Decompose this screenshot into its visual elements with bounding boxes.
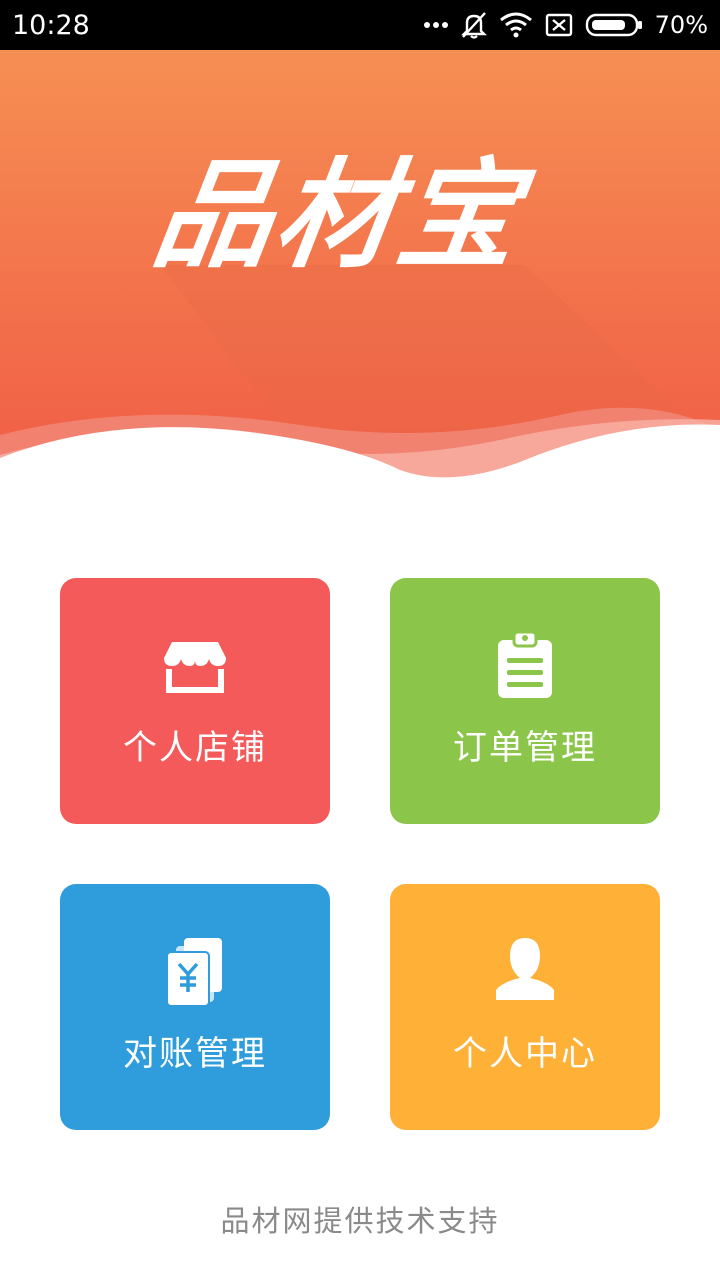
tile-label: 对账管理 [123, 1034, 267, 1074]
app-screen: 10:28 70% 品材宝 个人店铺 订单管理 对账管理 个人中心 品材网提供技… [0, 0, 720, 1280]
status-time: 10:28 [12, 9, 90, 41]
header-banner: 品材宝 [0, 50, 720, 500]
storefront-icon [160, 630, 230, 700]
bell-off-icon [460, 11, 487, 39]
tile-personal-store[interactable]: 个人店铺 [60, 578, 330, 824]
battery-percentage: 70% [654, 11, 708, 39]
battery-icon [585, 12, 643, 38]
app-logo-text: 品材宝 [145, 146, 531, 284]
wifi-icon [499, 12, 533, 38]
no-sim-icon [545, 13, 573, 37]
tile-billing-management[interactable]: 对账管理 [60, 884, 330, 1130]
tile-label: 个人店铺 [123, 728, 267, 768]
more-dots-icon [423, 21, 449, 29]
clipboard-icon [490, 630, 560, 700]
tile-label: 个人中心 [453, 1034, 597, 1074]
tile-order-management[interactable]: 订单管理 [390, 578, 660, 824]
status-icons: 70% [423, 11, 708, 39]
yen-document-icon [160, 936, 230, 1006]
tile-label: 订单管理 [453, 728, 597, 768]
footer-tech-support: 品材网提供技术支持 [220, 1204, 500, 1238]
user-icon [490, 936, 560, 1006]
tile-personal-center[interactable]: 个人中心 [390, 884, 660, 1130]
status-bar: 10:28 70% [0, 0, 720, 50]
